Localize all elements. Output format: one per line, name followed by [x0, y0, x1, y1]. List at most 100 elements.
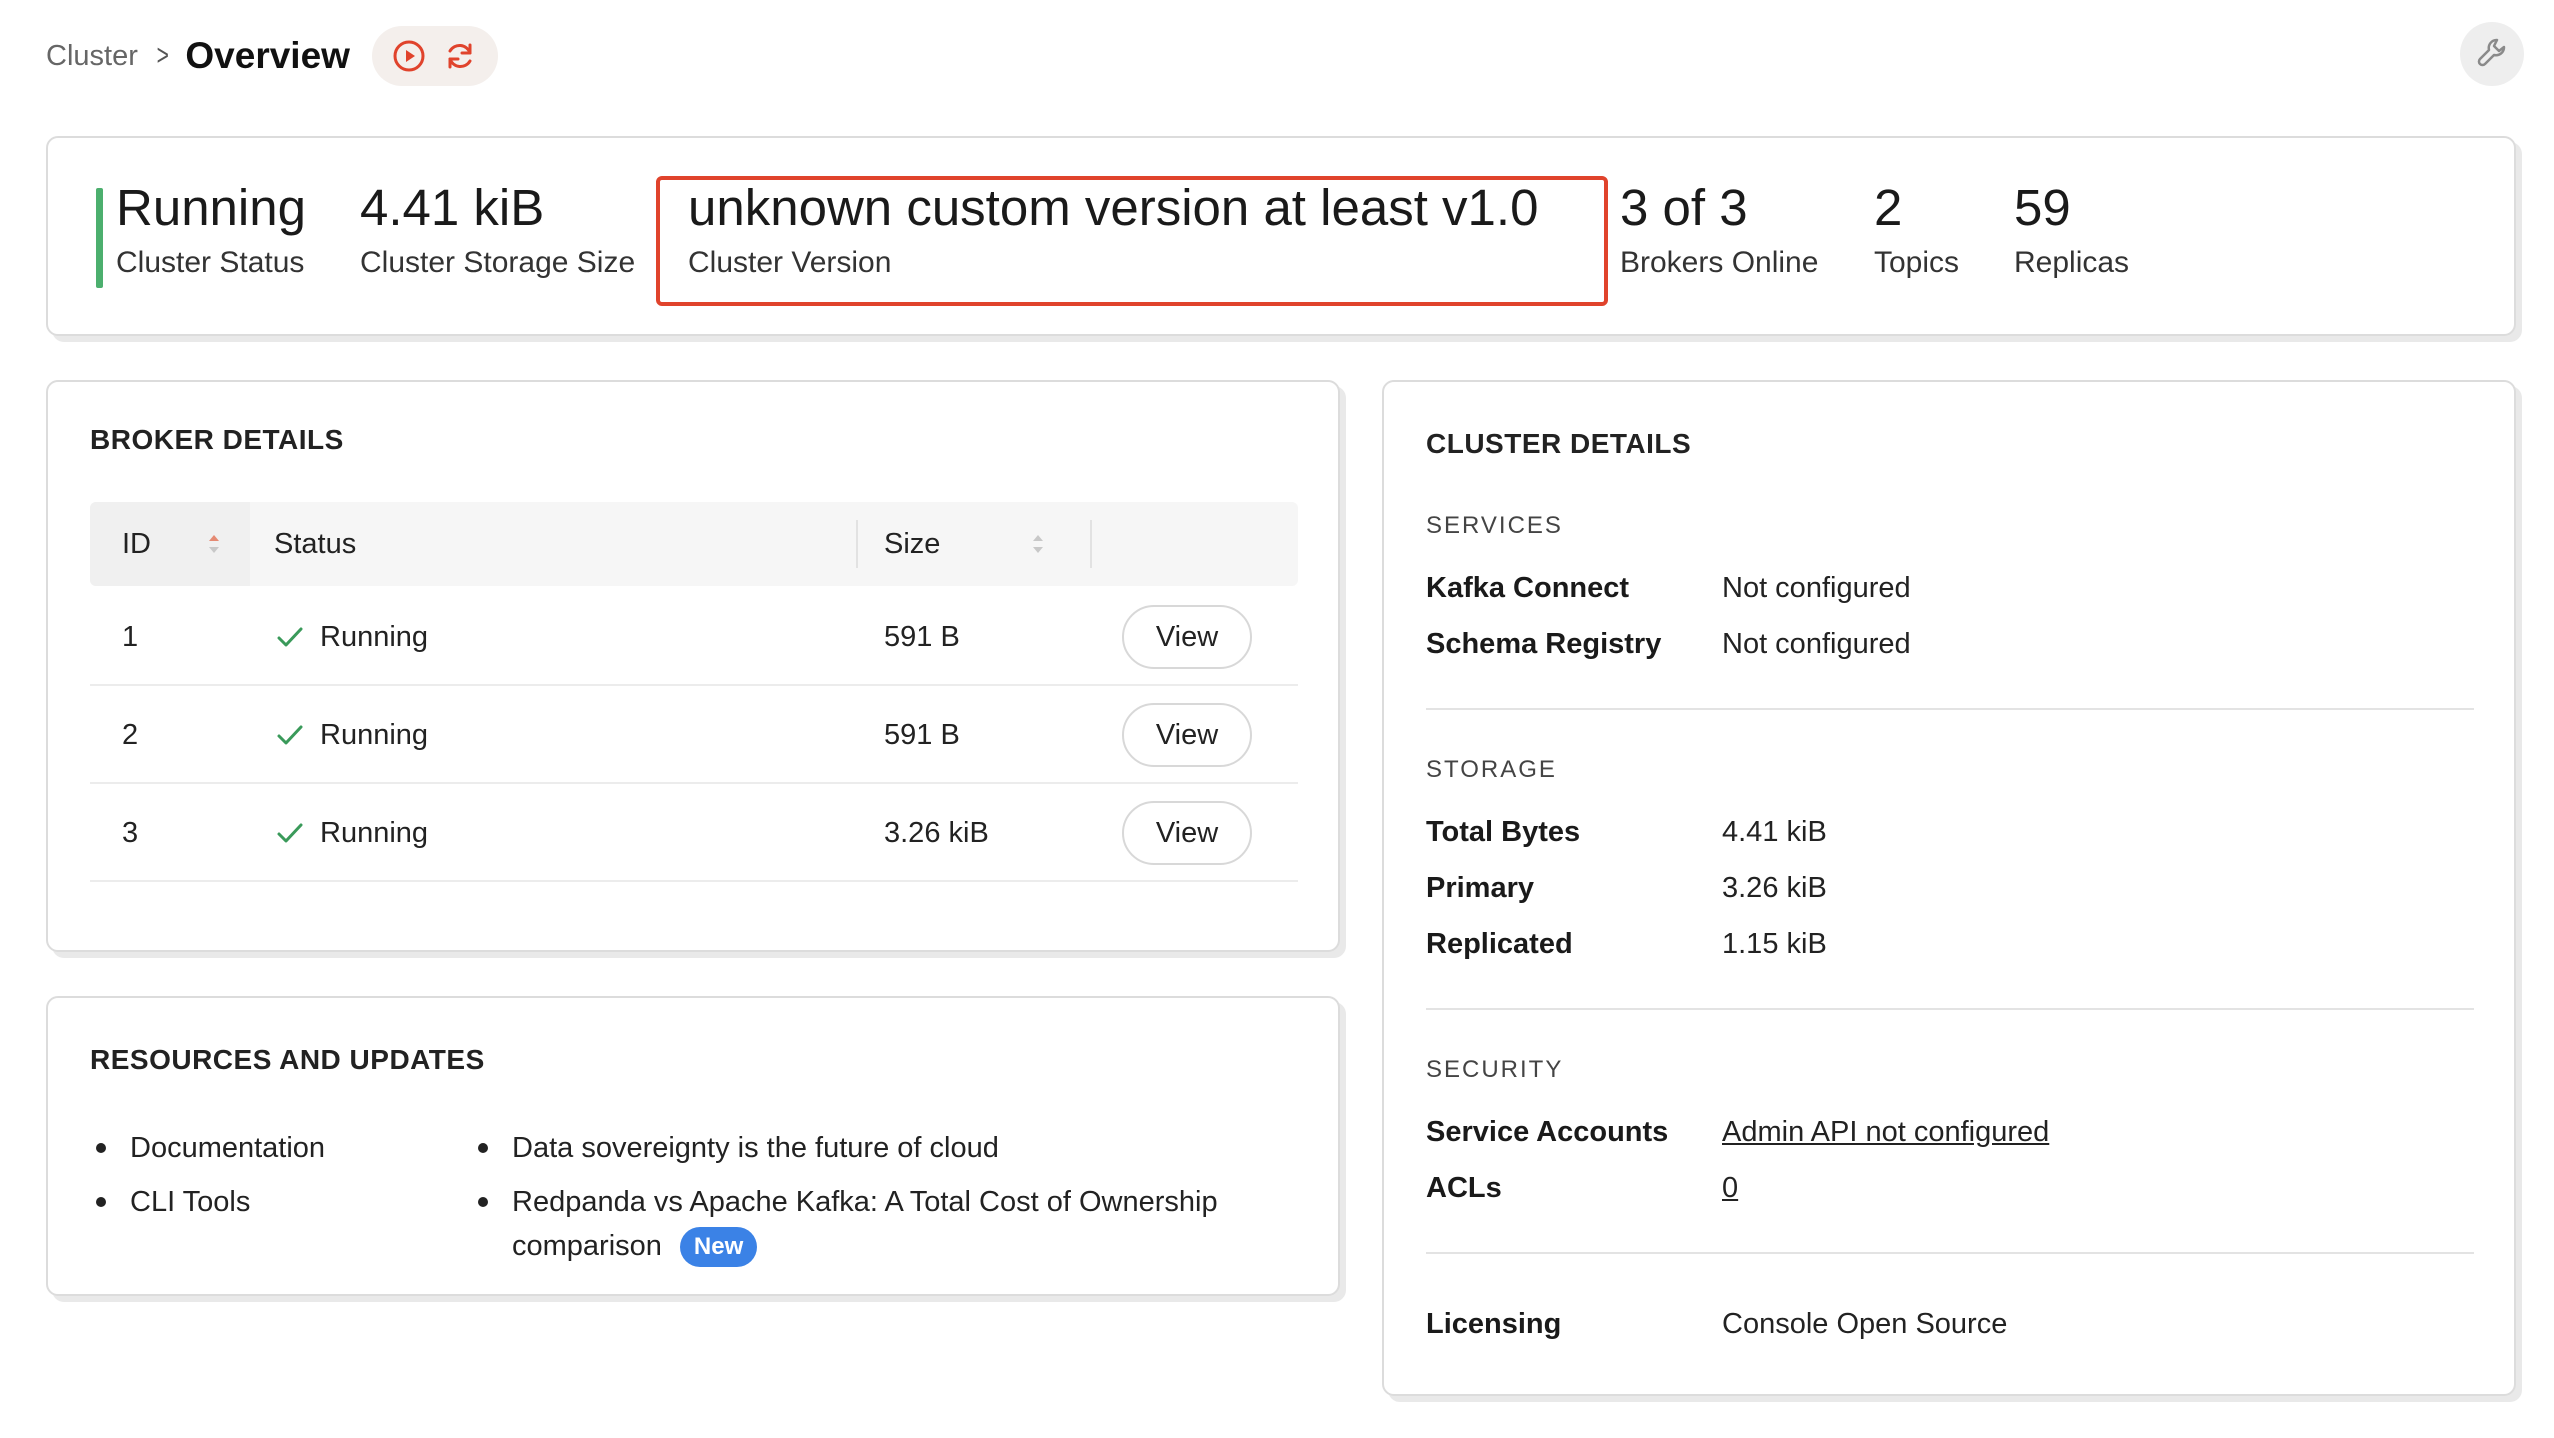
view-broker-button[interactable]: View: [1122, 703, 1252, 767]
new-badge: New: [679, 1227, 758, 1268]
kv-key: Service Accounts: [1426, 1115, 1669, 1148]
kv-value: Not configured: [1722, 571, 1911, 604]
broker-size: 591 B: [884, 718, 960, 751]
sort-icon[interactable]: [1030, 528, 1046, 560]
check-icon: [277, 627, 303, 647]
broker-status: Running: [274, 686, 428, 784]
divider: [1426, 1008, 2474, 1010]
refresh-icon[interactable]: [442, 38, 478, 74]
page-title: Overview: [185, 35, 350, 76]
kv-schema-registry: Schema Registry Not configured: [1426, 622, 1911, 666]
play-circle-icon[interactable]: [391, 38, 427, 74]
services-heading: SERVICES: [1426, 512, 1563, 539]
overview-page: Cluster > Overview Running Cluster Statu…: [0, 0, 2554, 1438]
link-tco-comparison[interactable]: Redpanda vs Apache Kafka: A Total Cost o…: [512, 1186, 1218, 1262]
kv-total-bytes: Total Bytes 4.41 kiB: [1426, 810, 1827, 854]
kv-key: Schema Registry: [1426, 627, 1662, 660]
kv-value: 3.26 kiB: [1722, 871, 1827, 904]
table-row: 2 Running 591 B View: [90, 686, 1298, 784]
kv-value: Not configured: [1722, 627, 1911, 660]
sort-icon[interactable]: [206, 528, 222, 560]
stat-value: Running: [116, 179, 306, 236]
broker-status: Running: [274, 784, 428, 882]
stat-value: 2: [1874, 179, 1903, 236]
section-title: RESOURCES AND UPDATES: [90, 1044, 485, 1075]
kv-key: Licensing: [1426, 1307, 1562, 1340]
stat-brokers-online: 3 of 3 Brokers Online: [1620, 179, 1819, 280]
broker-id: 2: [122, 718, 139, 751]
kv-primary: Primary 3.26 kiB: [1426, 866, 1827, 910]
id-column-bg: [90, 502, 250, 586]
check-icon: [277, 823, 303, 843]
broker-id: 3: [122, 816, 139, 849]
acls-link[interactable]: 0: [1722, 1172, 1738, 1205]
status-text: Running: [320, 718, 429, 751]
status-indicator-bar: [96, 188, 103, 288]
stat-label: Cluster Status: [116, 246, 305, 280]
kv-acls: ACLs 0: [1426, 1166, 1738, 1210]
kv-kafka-connect: Kafka Connect Not configured: [1426, 566, 1911, 610]
kv-licensing: Licensing Console Open Source: [1426, 1302, 2007, 1346]
breadcrumb-cluster[interactable]: Cluster: [46, 40, 138, 73]
view-broker-button[interactable]: View: [1122, 605, 1252, 669]
resources-card: RESOURCES AND UPDATES Documentation CLI …: [46, 996, 1340, 1296]
kv-key: ACLs: [1426, 1171, 1502, 1204]
stat-label: Cluster Version: [688, 246, 892, 280]
broker-size: 591 B: [884, 620, 960, 653]
kv-key: Kafka Connect: [1426, 571, 1630, 604]
stat-value: 4.41 kiB: [360, 179, 545, 236]
stat-cluster-status: Running Cluster Status: [116, 179, 306, 280]
header-action-group: [371, 26, 498, 86]
check-icon: [277, 725, 303, 745]
section-title: CLUSTER DETAILS: [1426, 428, 1692, 459]
list-item[interactable]: Redpanda vs Apache Kafka: A Total Cost o…: [472, 1180, 1272, 1268]
kv-value: Console Open Source: [1722, 1307, 2008, 1340]
divider: [1426, 708, 2474, 710]
broker-status: Running: [274, 588, 428, 686]
list-item[interactable]: Data sovereignty is the future of cloud: [472, 1126, 1272, 1170]
kv-value: 1.15 kiB: [1722, 927, 1827, 960]
link-documentation[interactable]: Documentation: [90, 1126, 450, 1170]
link-data-sovereignty[interactable]: Data sovereignty is the future of cloud: [512, 1132, 999, 1164]
view-broker-button[interactable]: View: [1122, 801, 1252, 865]
stat-value: unknown custom version at least v1.0: [688, 179, 1539, 236]
admin-api-link[interactable]: Admin API not configured: [1722, 1116, 2049, 1149]
kv-value: 4.41 kiB: [1722, 815, 1827, 848]
cluster-stats-card: Running Cluster Status 4.41 kiB Cluster …: [46, 136, 2516, 336]
section-title: BROKER DETAILS: [90, 424, 344, 455]
wrench-icon: [2475, 35, 2509, 74]
status-text: Running: [320, 620, 429, 653]
status-text: Running: [320, 816, 429, 849]
table-row: 3 Running 3.26 kiB View: [90, 784, 1298, 882]
stat-label: Topics: [1874, 246, 1960, 280]
security-heading: SECURITY: [1426, 1056, 1564, 1083]
kv-service-accounts: Service Accounts Admin API not configure…: [1426, 1110, 2049, 1154]
link-cli-tools[interactable]: CLI Tools: [90, 1180, 450, 1224]
column-divider: [1090, 520, 1092, 568]
resource-list-right: Data sovereignty is the future of cloud …: [472, 1126, 1272, 1278]
broker-table-header: ID Status Size: [90, 502, 1298, 586]
kv-key: Total Bytes: [1426, 815, 1581, 848]
chevron-right-icon: >: [156, 39, 169, 72]
table-row: 1 Running 591 B View: [90, 588, 1298, 686]
broker-details-card: BROKER DETAILS ID Status Size 1 Running …: [46, 380, 1340, 952]
stat-label: Replicas: [2014, 246, 2130, 280]
column-divider: [856, 520, 858, 568]
divider: [1426, 1252, 2474, 1254]
stat-value: 59: [2014, 179, 2071, 236]
column-header-id[interactable]: ID: [122, 502, 151, 586]
kv-replicated: Replicated 1.15 kiB: [1426, 922, 1827, 966]
column-header-size[interactable]: Size: [884, 502, 940, 586]
kv-key: Replicated: [1426, 927, 1573, 960]
stat-storage-size: 4.41 kiB Cluster Storage Size: [360, 179, 636, 280]
stat-replicas: 59 Replicas: [2014, 179, 2130, 280]
storage-heading: STORAGE: [1426, 756, 1557, 783]
stat-label: Cluster Storage Size: [360, 246, 636, 280]
stat-value: 3 of 3: [1620, 179, 1748, 236]
broker-size: 3.26 kiB: [884, 816, 989, 849]
page-header: Cluster > Overview: [46, 26, 498, 86]
settings-button[interactable]: [2460, 22, 2524, 86]
broker-id: 1: [122, 620, 139, 653]
stat-label: Brokers Online: [1620, 246, 1819, 280]
column-header-status: Status: [274, 527, 357, 560]
